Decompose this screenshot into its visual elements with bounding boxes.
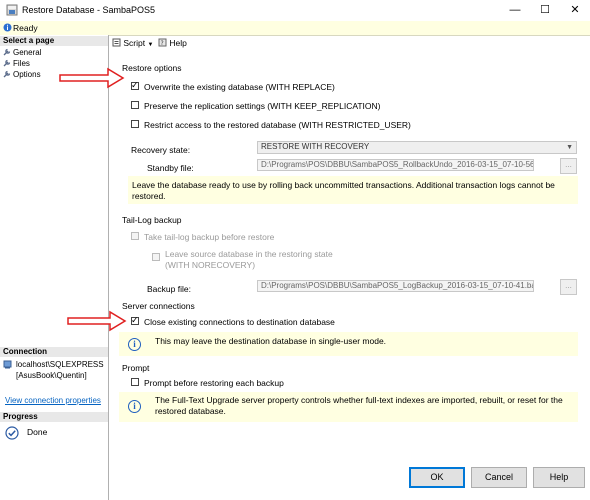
prompt-info-panel: i The Full-Text Upgrade server property … — [119, 392, 578, 422]
connection-user: [AsusBook\Quentin] — [16, 371, 87, 380]
recovery-info-text: Leave the database ready to use by rolli… — [132, 180, 555, 201]
recovery-state-value: RESTORE WITH RECOVERY — [261, 142, 370, 151]
window-title: Restore Database - SambaPOS5 — [22, 5, 156, 15]
close-connections-label[interactable]: Close existing connections to destinatio… — [144, 317, 335, 327]
ok-button[interactable]: OK — [409, 467, 465, 488]
leave-source-label-2[interactable]: (WITH NORECOVERY) — [165, 260, 255, 270]
svg-text:?: ? — [161, 40, 164, 47]
standby-file-label: Standby file: — [147, 163, 194, 173]
prompt-info-text: The Full-Text Upgrade server property co… — [155, 395, 563, 416]
restore-options-header: Restore options — [122, 63, 182, 73]
database-icon — [6, 4, 18, 16]
toolbar: Script ▼ ? Help — [109, 35, 590, 51]
recovery-state-select[interactable]: RESTORE WITH RECOVERY ▼ — [257, 141, 577, 154]
progress-header: Progress — [0, 412, 108, 422]
restrict-access-label[interactable]: Restrict access to the restored database… — [144, 120, 411, 130]
chevron-down-icon: ▼ — [566, 144, 573, 151]
page-files-label: Files — [13, 59, 30, 68]
preserve-replication-label[interactable]: Preserve the replication settings (WITH … — [144, 101, 381, 111]
left-pane: Select a page General Files Options Conn… — [0, 35, 109, 500]
connection-header: Connection — [0, 347, 108, 357]
info-icon — [3, 23, 12, 32]
page-options[interactable]: Options — [3, 70, 41, 79]
recovery-info-panel: Leave the database ready to use by rolli… — [128, 176, 578, 204]
view-connection-properties-link[interactable]: View connection properties — [5, 396, 101, 405]
server-connections-header: Server connections — [122, 301, 195, 311]
minimize-button[interactable]: — — [500, 0, 530, 21]
backup-file-input[interactable]: D:\Programs\POS\DBBU\SambaPOS5_LogBackup… — [257, 280, 534, 292]
status-bar: Ready — [0, 21, 590, 36]
recovery-state-label: Recovery state: — [131, 145, 191, 155]
page-options-label: Options — [13, 70, 41, 79]
help-label: Help — [169, 38, 187, 48]
connection-server: localhost\SQLEXPRESS — [16, 360, 104, 369]
backup-browse-button[interactable]: ... — [560, 279, 577, 295]
cancel-button[interactable]: Cancel — [471, 467, 527, 488]
overwrite-checkbox[interactable] — [131, 80, 139, 91]
backup-file-label: Backup file: — [147, 284, 191, 294]
prompt-checkbox[interactable] — [131, 378, 139, 386]
overwrite-label[interactable]: Overwrite the existing database (WITH RE… — [144, 82, 335, 92]
close-button[interactable]: ✕ — [560, 0, 590, 21]
backup-file-value: D:\Programs\POS\DBBU\SambaPOS5_LogBackup… — [261, 281, 534, 290]
wrench-icon — [3, 70, 11, 78]
page-files[interactable]: Files — [3, 59, 30, 68]
script-button[interactable]: Script ▼ — [112, 38, 153, 48]
help-icon: ? — [158, 38, 167, 47]
standby-file-value: D:\Programs\POS\DBBU\SambaPOS5_RollbackU… — [261, 160, 534, 169]
red-arrow-icon — [67, 310, 127, 332]
info-icon: i — [128, 338, 141, 351]
script-label: Script — [123, 38, 146, 48]
page-general-label: General — [13, 48, 42, 57]
server-icon — [3, 360, 12, 369]
preserve-replication-checkbox[interactable] — [131, 101, 139, 109]
chevron-down-icon: ▼ — [147, 42, 154, 48]
info-icon: i — [128, 400, 141, 413]
title-bar: Restore Database - SambaPOS5 — ☐ ✕ — [0, 0, 590, 22]
leave-source-checkbox[interactable] — [152, 253, 160, 261]
take-tail-log-label[interactable]: Take tail-log backup before restore — [144, 232, 274, 242]
server-connections-info-panel: i This may leave the destination databas… — [119, 332, 578, 356]
select-page-header: Select a page — [0, 36, 108, 46]
restrict-access-checkbox[interactable] — [131, 120, 139, 128]
status-text: Ready — [13, 23, 38, 33]
standby-file-input[interactable]: D:\Programs\POS\DBBU\SambaPOS5_RollbackU… — [257, 159, 534, 171]
take-tail-log-checkbox[interactable] — [131, 232, 139, 240]
prompt-header: Prompt — [122, 363, 150, 373]
wrench-icon — [3, 48, 11, 56]
red-arrow-icon — [59, 67, 125, 89]
help-button[interactable]: Help — [533, 467, 585, 488]
wrench-icon — [3, 59, 11, 67]
maximize-button[interactable]: ☐ — [530, 0, 560, 21]
tail-log-header: Tail-Log backup — [122, 215, 182, 225]
close-connections-checkbox[interactable] — [131, 315, 139, 326]
page-general[interactable]: General — [3, 48, 41, 57]
standby-browse-button[interactable]: ... — [560, 158, 577, 174]
leave-source-label-1[interactable]: Leave source database in the restoring s… — [165, 249, 333, 259]
prompt-label[interactable]: Prompt before restoring each backup — [144, 378, 284, 388]
script-icon — [112, 38, 121, 47]
progress-status: Done — [27, 427, 48, 437]
done-check-icon — [5, 426, 19, 440]
help-toolbar-button[interactable]: ? Help — [158, 38, 187, 48]
server-connections-info-text: This may leave the destination database … — [155, 336, 387, 346]
